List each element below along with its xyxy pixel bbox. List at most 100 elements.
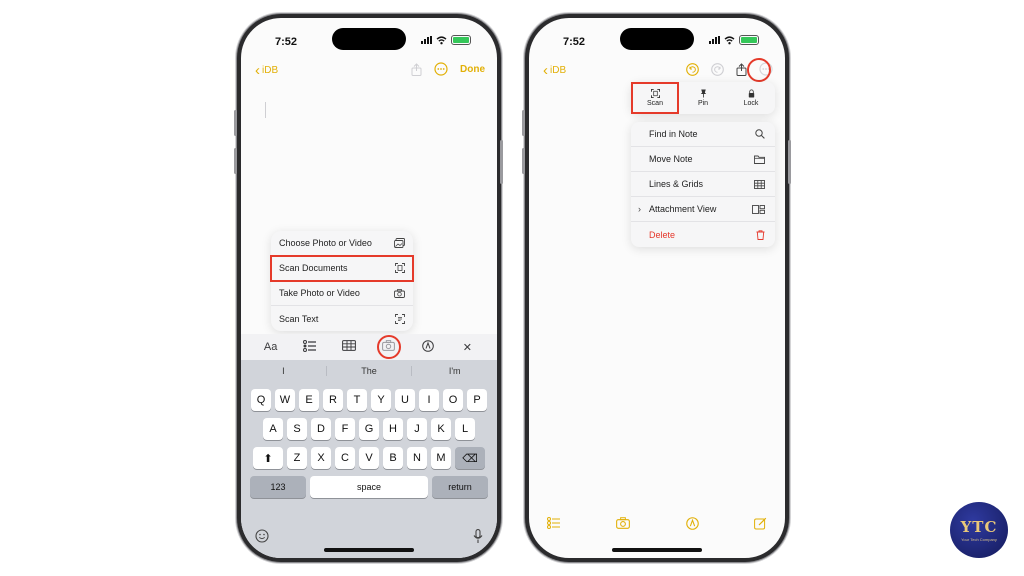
back-button[interactable]: ‹ iDB (255, 61, 279, 79)
undo-icon[interactable] (686, 62, 699, 76)
key[interactable]: S (287, 418, 307, 440)
status-time: 7:52 (563, 36, 586, 48)
key[interactable]: P (467, 389, 487, 411)
key[interactable]: E (299, 389, 319, 411)
microphone-icon[interactable] (473, 529, 483, 544)
suggestion-item[interactable]: I'm (412, 366, 497, 376)
key[interactable]: X (311, 447, 331, 469)
side-button (500, 140, 503, 184)
close-icon: ✕ (462, 341, 472, 354)
scan-document-icon (395, 263, 405, 273)
compose-icon[interactable] (754, 517, 767, 530)
side-button (522, 148, 525, 174)
space-key[interactable]: space (310, 476, 428, 498)
quick-actions: Scan Pin Lock (631, 82, 775, 114)
chevron-left-icon: ‹ (543, 61, 548, 79)
home-indicator[interactable] (324, 548, 414, 552)
key-row-3: ⬆ Z X C V B N M ⌫ (241, 447, 497, 469)
table-button[interactable] (334, 340, 364, 354)
key[interactable]: Z (287, 447, 307, 469)
keyboard: I The I'm Q W E R T Y U I O P A S D F G … (241, 360, 497, 558)
done-button[interactable]: Done (460, 64, 485, 75)
menu-item-scan-documents[interactable]: Scan Documents (270, 255, 414, 282)
wifi-icon (724, 35, 735, 44)
camera-icon[interactable] (616, 517, 631, 529)
checklist-button[interactable] (295, 339, 325, 355)
bottom-toolbar (529, 517, 785, 530)
redo-icon[interactable] (711, 62, 724, 76)
back-label: iDB (550, 65, 567, 76)
menu-item-delete[interactable]: Delete (631, 222, 775, 247)
key[interactable]: M (431, 447, 451, 469)
key[interactable]: I (419, 389, 439, 411)
markup-pen-icon[interactable] (685, 517, 699, 530)
text-format-button[interactable]: Aa (256, 341, 286, 353)
key[interactable]: Y (371, 389, 391, 411)
lock-button[interactable]: Lock (727, 82, 775, 114)
trash-icon (756, 229, 765, 240)
text-cursor (265, 102, 266, 118)
menu-item-label: Take Photo or Video (279, 288, 360, 298)
camera-button[interactable] (374, 335, 404, 359)
key[interactable]: O (443, 389, 463, 411)
cellular-signal-icon (709, 36, 720, 44)
key[interactable]: A (263, 418, 283, 440)
key[interactable]: K (431, 418, 451, 440)
key[interactable]: C (335, 447, 355, 469)
back-button[interactable]: ‹ iDB (543, 61, 567, 79)
key[interactable]: R (323, 389, 343, 411)
pin-button[interactable]: Pin (679, 82, 727, 114)
logo-text: YTC (960, 518, 998, 536)
menu-item-choose-photo[interactable]: Choose Photo or Video (271, 231, 413, 256)
scan-button[interactable]: Scan (631, 82, 679, 114)
wifi-icon (436, 35, 447, 44)
key[interactable]: W (275, 389, 295, 411)
menu-item-scan-text[interactable]: Scan Text (271, 306, 413, 331)
keyboard-bottom (241, 529, 497, 544)
delete-key[interactable]: ⌫ (455, 447, 485, 469)
folder-icon (754, 155, 765, 164)
key[interactable]: B (383, 447, 403, 469)
suggestion-item[interactable]: I (241, 366, 327, 376)
cellular-signal-icon (421, 36, 432, 44)
share-icon[interactable] (736, 62, 747, 76)
return-key[interactable]: return (432, 476, 488, 498)
lock-icon (748, 89, 754, 98)
key[interactable]: G (359, 418, 379, 440)
status-icons (421, 35, 471, 45)
key[interactable]: U (395, 389, 415, 411)
menu-item-find-in-note[interactable]: Find in Note (631, 122, 775, 147)
key-row-2: A S D F G H J K L (241, 418, 497, 440)
menu-item-take-photo[interactable]: Take Photo or Video (271, 281, 413, 306)
menu-item-move-note[interactable]: Move Note (631, 147, 775, 172)
menu-item-attachment-view[interactable]: › Attachment View (631, 197, 775, 222)
key[interactable]: F (335, 418, 355, 440)
home-indicator[interactable] (612, 548, 702, 552)
key[interactable]: J (407, 418, 427, 440)
key[interactable]: D (311, 418, 331, 440)
shift-key[interactable]: ⬆ (253, 447, 283, 469)
key[interactable]: L (455, 418, 475, 440)
key[interactable]: N (407, 447, 427, 469)
menu-item-lines-grids[interactable]: Lines & Grids (631, 172, 775, 197)
emoji-icon[interactable] (255, 529, 269, 543)
key[interactable]: T (347, 389, 367, 411)
markup-button[interactable] (413, 339, 443, 355)
attachment-view-icon (752, 204, 765, 214)
key[interactable]: Q (251, 389, 271, 411)
checklist-icon[interactable] (547, 517, 561, 529)
side-button (788, 140, 791, 184)
numbers-key[interactable]: 123 (250, 476, 306, 498)
more-icon[interactable] (434, 62, 448, 76)
quick-action-label: Scan (647, 100, 663, 107)
scan-icon (650, 89, 660, 98)
share-icon[interactable] (411, 62, 422, 76)
key[interactable]: V (359, 447, 379, 469)
close-toolbar-button[interactable]: ✕ (452, 341, 482, 354)
chevron-left-icon: ‹ (255, 61, 260, 79)
pin-icon (700, 89, 706, 98)
key[interactable]: H (383, 418, 403, 440)
back-label: iDB (262, 65, 279, 76)
brand-logo: YTC Your Tech Company (950, 502, 1008, 558)
suggestion-item[interactable]: The (327, 366, 413, 376)
